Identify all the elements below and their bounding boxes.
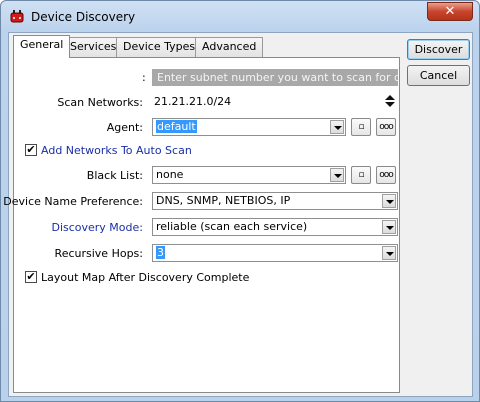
title-bar[interactable]: Device Discovery ✕ [1,1,479,31]
discovery-mode-select[interactable]: reliable (scan each service) [152,218,398,236]
tab-advanced[interactable]: Advanced [195,37,264,57]
black-list-label: Black List: [86,169,143,182]
agent-select[interactable]: default [152,118,346,136]
cancel-button[interactable]: Cancel [407,65,470,86]
agent-value: default [156,120,197,133]
discovery-mode-value: reliable (scan each service) [156,220,308,233]
close-button[interactable]: ✕ [427,2,473,21]
black-list-new-button[interactable]: ▫ [351,166,371,184]
discover-button[interactable]: Discover [407,39,470,60]
checkmark-icon: ✔ [26,270,36,283]
agent-label: Agent: [106,121,143,134]
device-discovery-window: Device Discovery ✕ General Services Devi… [0,0,480,402]
agent-new-button[interactable]: ▫ [351,118,371,136]
router-icon [10,10,24,23]
layout-map-label[interactable]: Layout Map After Discovery Complete [41,271,249,284]
device-name-pref-label: Device Name Preference: [3,195,143,208]
scan-networks-spinner[interactable] [384,93,396,109]
spin-up-icon[interactable] [385,95,395,100]
chevron-down-icon[interactable] [382,246,396,260]
checkmark-icon: ✔ [26,143,36,156]
close-icon: ✕ [444,4,456,19]
discovery-mode-label: Discovery Mode: [51,221,143,234]
chevron-down-icon[interactable] [330,168,344,182]
tab-general[interactable]: General [13,35,71,58]
chevron-down-icon[interactable] [330,120,344,134]
subnet-hint-colon: : [142,71,146,84]
recursive-hops-value: 3 [156,246,165,259]
scan-networks-value: 21.21.21.0/24 [154,95,232,108]
recursive-hops-select[interactable]: 3 [152,244,398,262]
add-networks-label[interactable]: Add Networks To Auto Scan [41,144,192,157]
chevron-down-icon[interactable] [382,220,396,234]
recursive-hops-label: Recursive Hops: [54,247,143,260]
add-networks-checkbox[interactable]: ✔ [25,144,37,156]
subnet-hint-banner: Enter subnet number you want to scan for… [152,69,398,86]
spin-down-icon[interactable] [385,102,395,107]
black-list-select[interactable]: none [152,166,346,184]
dialog-client-area: General Services Device Types Advanced :… [3,32,473,397]
device-name-pref-value: DNS, SNMP, NETBIOS, IP [156,194,291,207]
black-list-browse-button[interactable]: ooo [376,166,396,184]
device-name-pref-select[interactable]: DNS, SNMP, NETBIOS, IP [152,192,398,210]
layout-map-checkbox[interactable]: ✔ [25,271,37,283]
scan-networks-input[interactable]: 21.21.21.0/24 [152,93,382,111]
tab-services[interactable]: Services [63,37,124,57]
scan-networks-label: Scan Networks: [57,96,143,109]
tab-device-types[interactable]: Device Types [116,37,203,57]
window-title: Device Discovery [31,10,136,24]
general-tab-panel: : Enter subnet number you want to scan f… [3,57,400,393]
black-list-value: none [156,168,184,181]
agent-browse-button[interactable]: ooo [376,118,396,136]
chevron-down-icon[interactable] [382,194,396,208]
